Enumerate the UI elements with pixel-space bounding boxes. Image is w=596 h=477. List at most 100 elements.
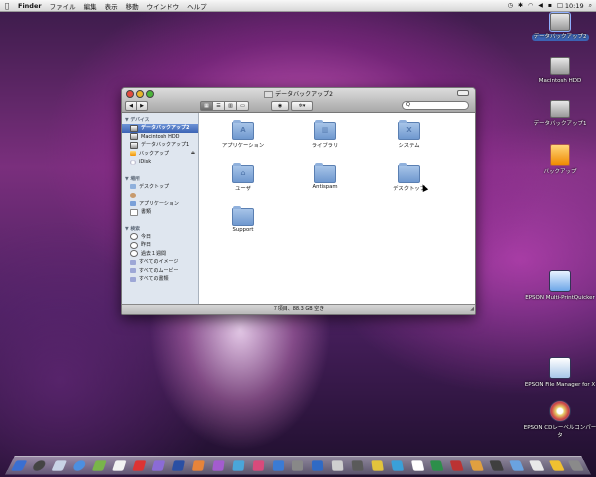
bluetooth-icon[interactable]: ✱ <box>518 2 523 9</box>
wifi-icon[interactable]: ◠ <box>528 2 533 9</box>
desktop-icon-epson-print-quicker[interactable]: EPSON Multi-PrintQuicker <box>522 270 596 302</box>
menu-file[interactable]: ファイル <box>46 1 80 11</box>
list-view-button[interactable]: ☰ <box>213 101 225 111</box>
cover-flow-button[interactable]: ▭ <box>237 101 249 111</box>
menu-go[interactable]: 移動 <box>122 1 143 11</box>
title-bar[interactable]: データバックアップ2 ◀ ▶ ▦ ☰ ▥ ▭ ◉ ✲▾ Q <box>122 88 475 113</box>
sidebar-item-label: 過去１週間 <box>141 250 167 257</box>
application-icon <box>549 270 571 292</box>
folder-support[interactable]: Support <box>213 206 273 233</box>
dock-ical-icon[interactable] <box>131 460 146 471</box>
back-button[interactable]: ◀ <box>125 101 137 111</box>
dock-app-icon[interactable] <box>410 460 424 471</box>
sidebar-item-macintosh-hdd[interactable]: Macintosh HDD <box>122 133 198 142</box>
folder-desktop[interactable]: デスクトップ <box>379 163 439 192</box>
sidebar-section-places[interactable]: ▼ 場所 <box>122 172 198 183</box>
sidebar-item-home[interactable] <box>122 191 198 200</box>
dock-app-icon[interactable] <box>528 460 545 471</box>
sidebar-item-backup1[interactable]: データバックアップ1 <box>122 141 198 150</box>
toolbar-toggle-button[interactable] <box>457 90 469 96</box>
folder-users[interactable]: ⌂ ユーザ <box>213 163 273 192</box>
sidebar-item-today[interactable]: 今日 <box>122 233 198 242</box>
sidebar-item-all-images[interactable]: すべてのイメージ <box>122 258 198 267</box>
dock-app-icon[interactable] <box>272 460 284 471</box>
folder-library[interactable]: ▥ ライブラリ <box>295 120 355 149</box>
dock-illustrator-icon[interactable] <box>192 460 205 471</box>
dock-app-icon[interactable] <box>371 460 384 471</box>
search-field[interactable]: Q <box>402 101 469 110</box>
folder-antispam[interactable]: Antispam <box>295 163 355 190</box>
sidebar-item-all-movies[interactable]: すべてのムービー <box>122 267 198 276</box>
dock-app-icon[interactable] <box>548 460 565 471</box>
dock-app-icon[interactable] <box>450 460 465 471</box>
desktop-icon-macintosh-hdd[interactable]: Macintosh HDD <box>522 57 596 85</box>
desktop-icon-backup2[interactable]: データバックアップ2 <box>522 12 596 41</box>
sidebar-item-label: 書類 <box>141 209 152 215</box>
sidebar-section-search[interactable]: ▼ 検索 <box>122 222 198 233</box>
quick-look-button[interactable]: ◉ <box>271 101 289 111</box>
sidebar-item-all-documents[interactable]: すべての書類 <box>122 275 198 284</box>
menu-help[interactable]: ヘルプ <box>183 1 211 11</box>
dock-system-preferences-icon[interactable] <box>292 460 304 471</box>
flag-icon[interactable]: ▪ <box>548 2 552 9</box>
menu-edit[interactable]: 編集 <box>80 1 101 11</box>
time-machine-icon[interactable]: ◷ <box>508 2 513 9</box>
desktop-icon-backup[interactable]: バックアップ <box>522 144 596 176</box>
sidebar-item-desktop[interactable]: デスクトップ <box>122 183 198 192</box>
dock-safari-icon[interactable] <box>71 460 87 471</box>
column-view-button[interactable]: ▥ <box>225 101 237 111</box>
dock-mail-icon[interactable] <box>51 460 68 471</box>
menu-finder[interactable]: Finder <box>14 2 46 10</box>
desktop-icon-epson-file-manager[interactable]: EPSON File Manager for X <box>522 357 596 389</box>
window-title: データバックアップ2 <box>122 89 475 98</box>
dock-itunes-icon[interactable] <box>151 460 166 471</box>
folder-system[interactable]: X システム <box>379 120 439 149</box>
dock-app-icon[interactable] <box>252 460 265 471</box>
desktop-icon-epson-cd-label[interactable]: EPSON CDレーベルコンパータ <box>522 400 596 440</box>
sidebar-item-documents[interactable]: 書類 <box>122 208 198 217</box>
dock-app-icon[interactable] <box>489 460 505 471</box>
status-text: ７項目、88.3 GB 空き <box>272 306 325 312</box>
forward-button[interactable]: ▶ <box>137 101 148 111</box>
sidebar-item-applications[interactable]: アプリケーション <box>122 200 198 209</box>
nav-buttons: ◀ ▶ <box>125 101 148 111</box>
spotlight-icon[interactable]: ⌕ <box>589 2 592 10</box>
dock-app-icon[interactable] <box>509 460 525 471</box>
icon-view-button[interactable]: ▦ <box>200 101 213 111</box>
sidebar-item-past-week[interactable]: 過去１週間 <box>122 250 198 259</box>
hard-drive-icon <box>550 57 570 75</box>
dock-trash-icon[interactable] <box>568 460 585 471</box>
dock-app-icon[interactable] <box>331 460 344 471</box>
volume-icon[interactable]: ◀ <box>538 2 543 9</box>
menu-view[interactable]: 表示 <box>101 1 122 11</box>
desktop-icon-label: Macintosh HDD <box>538 78 582 84</box>
desktop-icon-backup1[interactable]: データバックアップ1 <box>522 100 596 128</box>
menu-clock[interactable]: ☐ 10:19 <box>557 2 584 10</box>
dock-app-icon[interactable] <box>430 460 444 471</box>
dock-ichat-icon[interactable] <box>91 460 107 471</box>
sidebar-item-label: バックアップ <box>139 150 170 157</box>
action-menu-button[interactable]: ✲▾ <box>291 101 313 111</box>
folder-applications[interactable]: A アプリケーション <box>213 120 273 149</box>
dock-app-icon[interactable] <box>212 460 225 471</box>
smart-folder-icon <box>130 259 136 265</box>
sidebar-item-idisk[interactable]: iDisk <box>122 158 198 167</box>
resize-handle-icon[interactable]: ◢ <box>470 305 474 314</box>
dock-photoshop-icon[interactable] <box>172 460 186 471</box>
dock-app-icon[interactable] <box>351 460 364 471</box>
dock-finder-icon[interactable] <box>11 460 28 471</box>
dock-address-book-icon[interactable] <box>111 460 127 471</box>
dock-app-icon[interactable] <box>390 460 404 471</box>
apple-menu-icon[interactable]:  <box>0 2 14 10</box>
sidebar-section-devices[interactable]: ▼ デバイス <box>122 113 198 124</box>
sidebar-item-backup2[interactable]: データバックアップ2 <box>122 124 198 133</box>
sidebar-item-backup[interactable]: バックアップ ⏏ <box>122 150 198 159</box>
dock-dashboard-icon[interactable] <box>31 460 48 471</box>
file-name: ユーザ <box>235 186 251 192</box>
dock-app-icon[interactable] <box>312 460 324 471</box>
menu-window[interactable]: ウインドウ <box>143 1 184 11</box>
sidebar-item-yesterday[interactable]: 昨日 <box>122 241 198 250</box>
dock-app-icon[interactable] <box>469 460 485 471</box>
eject-icon[interactable]: ⏏ <box>191 150 195 159</box>
dock-app-icon[interactable] <box>232 460 245 471</box>
